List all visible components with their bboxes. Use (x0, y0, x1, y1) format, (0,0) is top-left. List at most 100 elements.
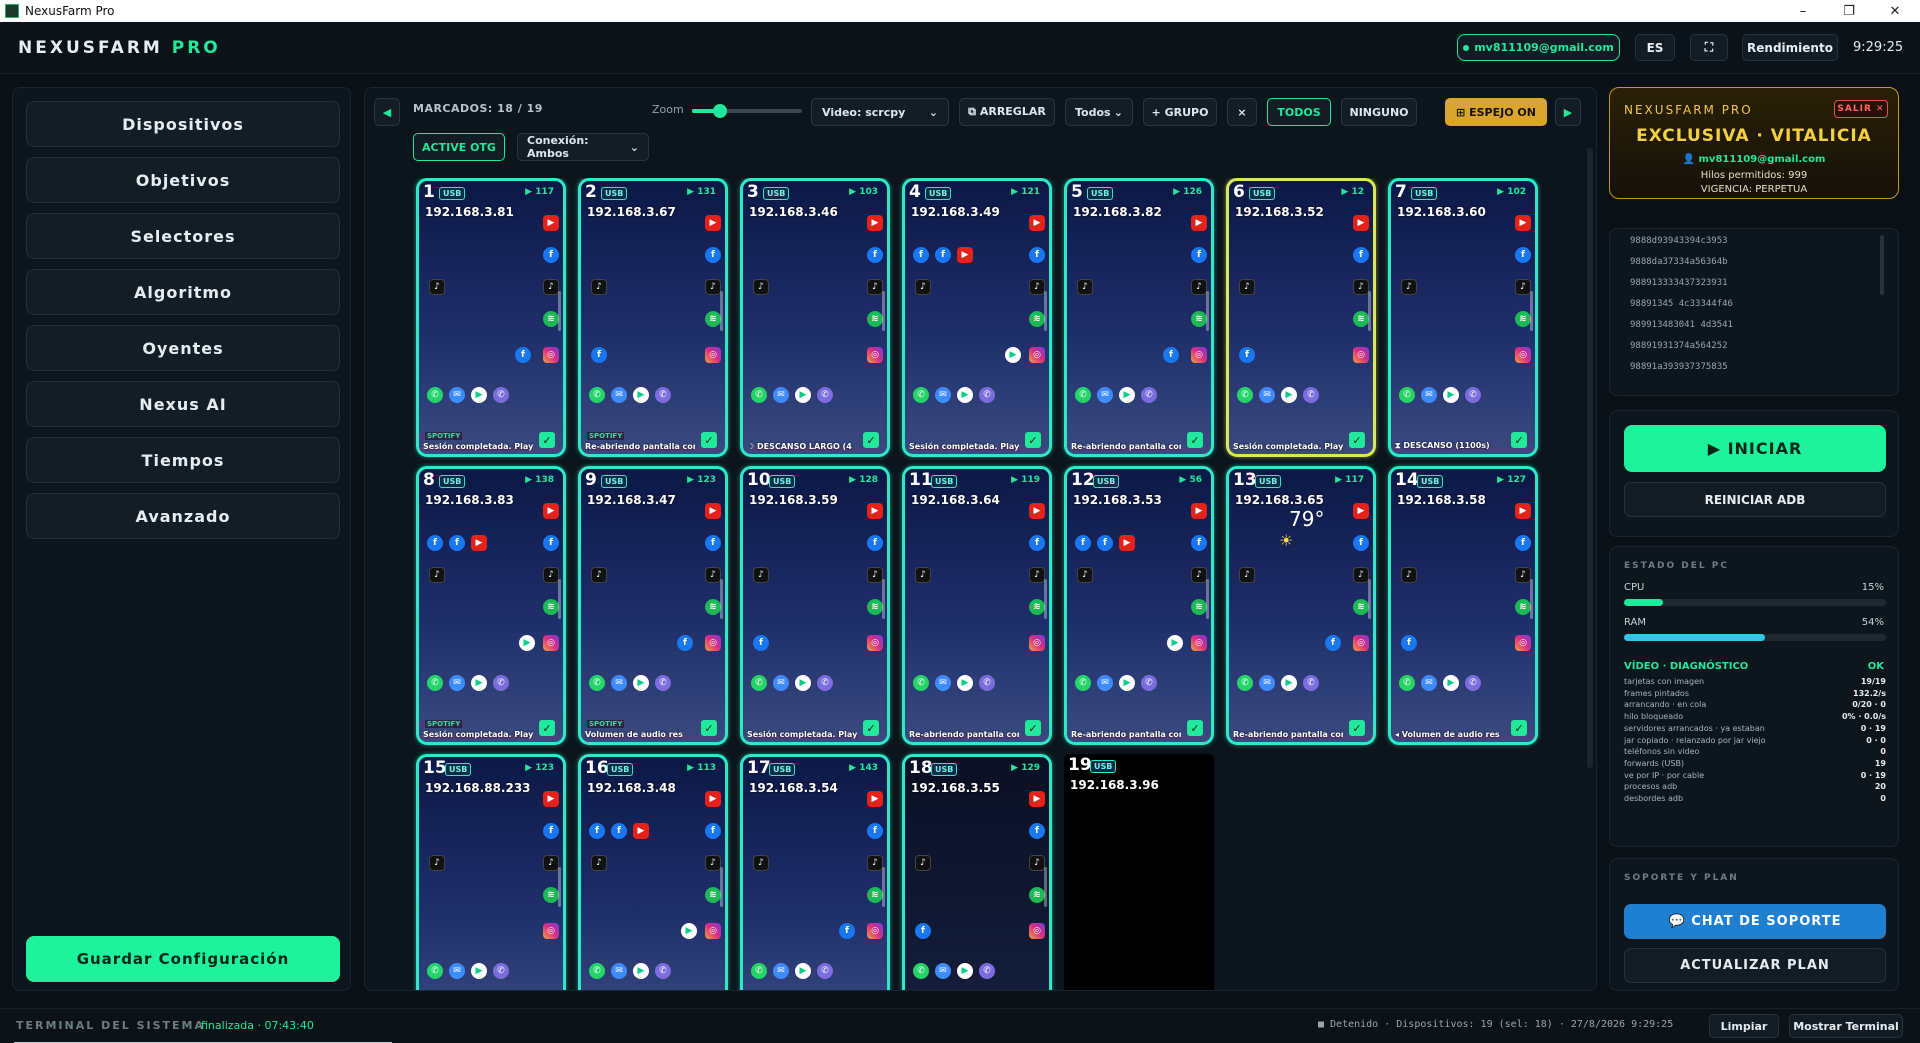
ram-value: 54% (1861, 617, 1884, 628)
viber-icon: ✆ (1303, 675, 1319, 691)
active-otg-button[interactable]: ACTIVE OTG (413, 133, 505, 161)
viber-icon: ✆ (817, 675, 833, 691)
device-card-14[interactable]: 14 USB ▶ 127 192.168.3.58 ▶ f ♪ ♪ ≋ f ◎ ✆ ✉ ▶ ✆ ◂ Volum… (1388, 466, 1538, 745)
sidebar-item-dispositivos[interactable]: Dispositivos (26, 101, 340, 147)
instagram-icon: ◎ (867, 635, 883, 651)
video-select[interactable]: Video: scrcpy ⌄ (811, 98, 949, 126)
minimize-button[interactable]: – (1780, 0, 1826, 22)
performance-button[interactable]: Rendimiento (1742, 34, 1838, 61)
start-button[interactable]: ▶ INICIAR (1624, 425, 1886, 472)
tiktok-icon: ♪ (753, 279, 769, 295)
connection-select[interactable]: Conexión: Ambos ⌄ (517, 133, 649, 161)
serial-item[interactable]: 9888d93943394c3953 (1630, 236, 1728, 246)
device-status: Sesión completada. Playlist (423, 442, 533, 451)
selected-check-icon[interactable]: ✓ (863, 432, 879, 448)
zoom-handle[interactable] (712, 104, 727, 118)
window-title: NexusFarm Pro (25, 4, 115, 18)
clear-terminal-button[interactable]: Limpiar (1709, 1014, 1779, 1038)
selected-check-icon[interactable]: ✓ (1511, 432, 1527, 448)
device-card-12[interactable]: 12 USB ▶ 56 192.168.3.53 ▶ f f f ▶ ♪ ♪ ≋ ▶ ◎ ✆ ✉ ▶ ✆ Re-ab… (1064, 466, 1214, 745)
selected-check-icon[interactable]: ✓ (1187, 720, 1203, 736)
serial-item[interactable]: 988913333437323931 (1630, 278, 1728, 288)
select-all-button[interactable]: TODOS (1267, 98, 1331, 126)
device-card-11[interactable]: 11 USB ▶ 119 192.168.3.64 ▶ f ♪ ♪ ≋ ◎ ✆ ✉ ▶ ✆ Re-abrie… (902, 466, 1052, 745)
zoom-slider[interactable] (692, 104, 802, 118)
device-card-9[interactable]: 9 USB ▶ 123 192.168.3.47 ▶ f ♪ ♪ ≋ f ◎ ✆ ✉ ▶ ✆ SPOTIFY V… (578, 466, 728, 745)
maximize-button[interactable]: ❐ (1826, 0, 1872, 22)
account-email-pill[interactable]: mv811109@gmail.com (1457, 34, 1620, 61)
play-store-icon: ▶ (957, 675, 973, 691)
selected-check-icon[interactable]: ✓ (1025, 720, 1041, 736)
edge-handle (720, 867, 723, 907)
device-card-10[interactable]: 10 USB ▶ 128 192.168.3.59 ▶ f ♪ ♪ ≋ f ◎ ✆ ✉ ▶ ✆ Sesión … (740, 466, 890, 745)
device-battery: ▶ 117 (525, 187, 554, 197)
device-number: 6 (1233, 182, 1245, 202)
fullscreen-icon[interactable]: ⛶ (1690, 34, 1728, 61)
device-card-19[interactable]: 19 USB 192.168.3.96 (1064, 754, 1214, 990)
serial-item[interactable]: 989913483041 4d3541 (1630, 320, 1733, 330)
sidebar-item-selectores[interactable]: Selectores (26, 213, 340, 259)
device-ip: 192.168.3.46 (749, 205, 838, 219)
selected-check-icon[interactable]: ✓ (539, 720, 555, 736)
spotify-tag: SPOTIFY (587, 432, 625, 440)
play-store-icon: ▶ (471, 387, 487, 403)
serial-item[interactable]: 98891a393937375835 (1630, 362, 1728, 372)
sidebar-item-tiempos[interactable]: Tiempos (26, 437, 340, 483)
selected-check-icon[interactable]: ✓ (1025, 432, 1041, 448)
diagnostic-label: teléfonos sin video (1624, 747, 1700, 757)
sidebar-item-objetivos[interactable]: Objetivos (26, 157, 340, 203)
serial-item[interactable]: 9888da37334a56364b (1630, 257, 1728, 267)
filter-select[interactable]: Todos ⌄ (1065, 98, 1133, 126)
language-button[interactable]: ES (1635, 34, 1675, 61)
save-config-button[interactable]: Guardar Configuración (26, 936, 340, 982)
selected-check-icon[interactable]: ✓ (539, 432, 555, 448)
logout-button[interactable]: SALIR ✕ (1834, 100, 1888, 118)
show-terminal-button[interactable]: Mostrar Terminal (1789, 1014, 1903, 1038)
device-card-3[interactable]: 3 USB ▶ 103 192.168.3.46 ▶ f ♪ ♪ ≋ ◎ ✆ ✉ ▶ ✆ ☽ DESCANS… (740, 178, 890, 457)
sidebar-item-nexus-ai[interactable]: Nexus AI (26, 381, 340, 427)
facebook-icon: f (1191, 535, 1207, 551)
clear-group-button[interactable]: × (1227, 98, 1257, 126)
sidebar-item-oyentes[interactable]: Oyentes (26, 325, 340, 371)
device-card-16[interactable]: 16 USB ▶ 113 192.168.3.48 ▶ f f f ▶ ♪ ♪ ≋ ▶ ◎ ✆ ✉ ▶ ✆ (578, 754, 728, 990)
selected-check-icon[interactable]: ✓ (1349, 432, 1365, 448)
device-card-6[interactable]: 6 USB ▶ 12 192.168.3.52 ▶ f ♪ ♪ ≋ f ◎ ✆ ✉ ▶ ✆ Sesión co… (1226, 178, 1376, 457)
device-card-15[interactable]: 15 USB ▶ 123 192.168.88.233 ▶ f ♪ ♪ ≋ ◎ ✆ ✉ ▶ ✆ (416, 754, 566, 990)
messages-icon: ✉ (773, 963, 789, 979)
selected-check-icon[interactable]: ✓ (1187, 432, 1203, 448)
selected-check-icon[interactable]: ✓ (1511, 720, 1527, 736)
mirror-toggle-button[interactable]: ⊞ ESPEJO ON (1445, 98, 1547, 126)
selected-check-icon[interactable]: ✓ (701, 720, 717, 736)
serials-scrollbar[interactable] (1880, 235, 1884, 295)
serial-item[interactable]: 98891345 4c33344f46 (1630, 299, 1733, 309)
select-none-button[interactable]: NINGUNO (1341, 98, 1417, 126)
serial-item[interactable]: 98891931374a564252 (1630, 341, 1728, 351)
selected-check-icon[interactable]: ✓ (863, 720, 879, 736)
sidebar-item-algoritmo[interactable]: Algoritmo (26, 269, 340, 315)
selected-check-icon[interactable]: ✓ (1349, 720, 1365, 736)
arreglar-button[interactable]: ⧉ ARREGLAR (959, 98, 1055, 126)
device-card-18[interactable]: 18 USB ▶ 129 192.168.3.55 ▶ f ♪ ♪ ≋ f ◎ ✆ ✉ ▶ ✆ (902, 754, 1052, 990)
device-card-2[interactable]: 2 USB ▶ 131 192.168.3.67 ▶ f ♪ ♪ ≋ f ◎ ✆ ✉ ▶ ✆ SPOTIFY R… (578, 178, 728, 457)
device-card-7[interactable]: 7 USB ▶ 102 192.168.3.60 ▶ f ♪ ♪ ≋ ◎ ✆ ✉ ▶ ✆ ⧗ DESCANS… (1388, 178, 1538, 457)
add-group-button[interactable]: + GRUPO (1143, 98, 1217, 126)
device-battery: ▶ 12 (1341, 187, 1364, 197)
support-chat-button[interactable]: 💬 CHAT DE SOPORTE (1624, 904, 1886, 939)
device-card-17[interactable]: 17 USB ▶ 143 192.168.3.54 ▶ f ♪ ♪ ≋ f ◎ ✆ ✉ ▶ ✆ (740, 754, 890, 990)
upgrade-plan-button[interactable]: ACTUALIZAR PLAN (1624, 948, 1886, 983)
device-card-13[interactable]: 13 USB ▶ 117 192.168.3.65 ▶ f ♪ ♪ ≋ f ◎ ✆ ✉ ▶ ✆ 79° ☀ Re-… (1226, 466, 1376, 745)
device-card-8[interactable]: 8 USB ▶ 138 192.168.3.83 ▶ f f f ▶ ♪ ♪ ≋ ▶ ◎ ✆ ✉ ▶ ✆ SPOTI… (416, 466, 566, 745)
prev-page-icon[interactable]: ◀ (374, 98, 400, 126)
diagnostic-label: tarjetas con imagen (1624, 677, 1705, 686)
sidebar-item-avanzado[interactable]: Avanzado (26, 493, 340, 539)
next-page-icon[interactable]: ▶ (1555, 98, 1581, 126)
device-ip: 192.168.3.47 (587, 493, 676, 507)
spotify-icon: ≋ (1029, 887, 1045, 903)
restart-adb-button[interactable]: REINICIAR ADB (1624, 482, 1886, 517)
device-card-5[interactable]: 5 USB ▶ 126 192.168.3.82 ▶ f ♪ ♪ ≋ f ◎ ✆ ✉ ▶ ✆ Re-abrie… (1064, 178, 1214, 457)
close-window-button[interactable]: ✕ (1872, 0, 1918, 22)
grid-scrollbar[interactable] (1587, 148, 1593, 768)
device-card-1[interactable]: 1 USB ▶ 117 192.168.3.81 ▶ f ♪ ♪ ≋ f ◎ ✆ ✉ ▶ ✆ SPOTIFY S… (416, 178, 566, 457)
device-card-4[interactable]: 4 USB ▶ 121 192.168.3.49 ▶ f f f ▶ ♪ ♪ ≋ ▶ ◎ ✆ ✉ ▶ ✆ Sesió… (902, 178, 1052, 457)
selected-check-icon[interactable]: ✓ (701, 432, 717, 448)
